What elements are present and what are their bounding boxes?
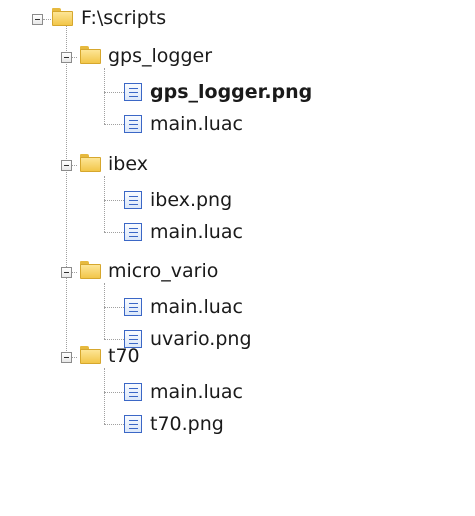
- file-tree: F:\scripts gps_logger gps_logger.png mai…: [0, 0, 475, 516]
- tree-line: [104, 307, 124, 308]
- tree-line-root: [66, 25, 67, 357]
- tree-node-file[interactable]: main.luac: [148, 380, 245, 404]
- tree-node-file[interactable]: t70.png: [148, 412, 226, 436]
- gps-logger-collapse-icon[interactable]: [61, 52, 72, 63]
- tree-node-t70-label[interactable]: t70: [106, 344, 142, 368]
- tree-line: [104, 424, 124, 425]
- tree-line: [104, 392, 124, 393]
- micro-vario-collapse-icon[interactable]: [61, 267, 72, 278]
- tree-node-file[interactable]: main.luac: [148, 295, 245, 319]
- folder-icon: [80, 46, 101, 64]
- document-icon: [124, 191, 142, 209]
- tree-node-file[interactable]: main.luac: [148, 112, 245, 136]
- tree-line: [104, 339, 124, 340]
- folder-icon: [80, 346, 101, 364]
- document-icon: [124, 83, 142, 101]
- folder-icon: [80, 154, 101, 172]
- tree-node-file[interactable]: ibex.png: [148, 188, 234, 212]
- tree-line: [104, 232, 124, 233]
- tree-line: [104, 124, 124, 125]
- document-icon: [124, 115, 142, 133]
- folder-icon: [80, 261, 101, 279]
- tree-node-micro-vario-label[interactable]: micro_vario: [106, 259, 220, 283]
- tree-node-gps-logger-label[interactable]: gps_logger: [106, 44, 214, 68]
- ibex-collapse-icon[interactable]: [61, 160, 72, 171]
- tree-line: [104, 92, 124, 93]
- tree-line: [104, 368, 105, 424]
- tree-line: [43, 19, 51, 20]
- tree-line: [104, 283, 105, 339]
- document-icon: [124, 298, 142, 316]
- tree-node-root-label[interactable]: F:\scripts: [79, 6, 168, 30]
- document-icon: [124, 223, 142, 241]
- tree-line: [104, 200, 124, 201]
- tree-line: [104, 68, 105, 124]
- tree-node-file[interactable]: uvario.png: [148, 327, 254, 351]
- tree-line: [104, 176, 105, 232]
- tree-node-file-selected[interactable]: gps_logger.png: [148, 80, 314, 104]
- tree-node-ibex-label[interactable]: ibex: [106, 152, 150, 176]
- document-icon: [124, 383, 142, 401]
- folder-icon: [52, 8, 73, 26]
- root-collapse-icon[interactable]: [32, 14, 43, 25]
- document-icon: [124, 415, 142, 433]
- t70-collapse-icon[interactable]: [61, 352, 72, 363]
- tree-node-file[interactable]: main.luac: [148, 220, 245, 244]
